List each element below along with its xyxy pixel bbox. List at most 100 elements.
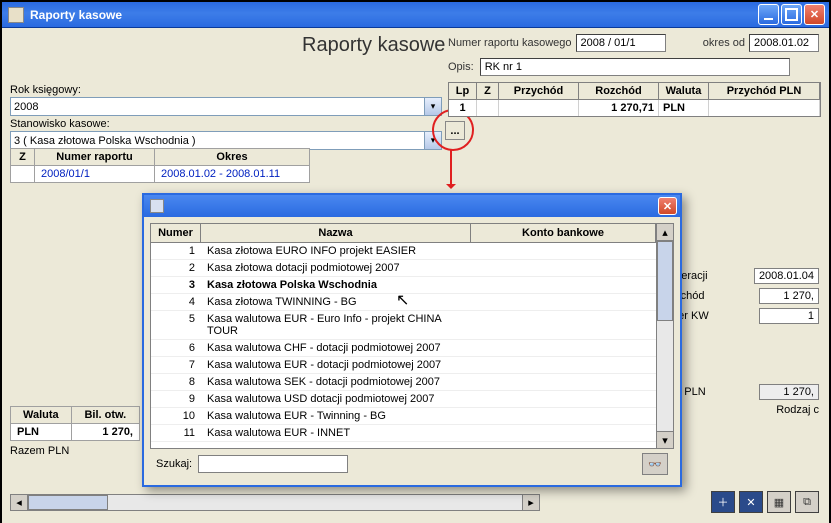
scrollbar-thumb[interactable] — [657, 241, 673, 321]
cell-numer: 4 — [151, 294, 201, 310]
year-combo[interactable]: 2008 — [10, 97, 442, 116]
year-combo-value: 2008 — [14, 101, 38, 113]
cell-nazwa: Kasa walutowa EUR - Euro Info - projekt … — [201, 311, 471, 339]
search-input[interactable] — [198, 455, 348, 473]
cell-nazwa: Kasa walutowa CHF - dotacji podmiotowej … — [201, 340, 471, 356]
maximize-button[interactable] — [781, 4, 802, 25]
detail-rodzaj-label: Rodzaj c — [669, 404, 819, 416]
x-icon: ✕ — [746, 496, 755, 509]
detail-panel: operacji 2008.01.04 ozchód 1 270, mer KW… — [669, 268, 819, 416]
list-item[interactable]: 6Kasa walutowa CHF - dotacji podmiotowej… — [151, 340, 656, 357]
list-item[interactable]: 3Kasa złotowa Polska Wschodnia — [151, 277, 656, 294]
year-label: Rok księgowy: — [10, 84, 442, 96]
window-titlebar: Raporty kasowe — [2, 2, 829, 28]
cell-numer: 6 — [151, 340, 201, 356]
vertical-scrollbar[interactable]: ▴ ▾ — [656, 224, 673, 448]
browse-button[interactable]: ... — [445, 121, 465, 140]
close-button[interactable] — [804, 4, 825, 25]
col-nazwa-header[interactable]: Nazwa — [201, 224, 471, 242]
scroll-right-icon[interactable]: ▸ — [522, 495, 539, 510]
col-lp-header[interactable]: Lp — [449, 83, 477, 99]
list-item[interactable]: 9Kasa walutowa USD dotacji podmiotowej 2… — [151, 391, 656, 408]
opis-field[interactable]: RK nr 1 — [480, 58, 790, 76]
detail-ozchod-value[interactable]: 1 270, — [759, 288, 819, 304]
table-row[interactable]: PLN 1 270, — [11, 424, 140, 441]
col-waluta2-header[interactable]: Waluta — [11, 407, 72, 424]
col-bil-header[interactable]: Bil. otw. — [71, 407, 139, 424]
export-button[interactable]: ⧉ — [795, 491, 819, 513]
minimize-button[interactable] — [758, 4, 779, 25]
add-button[interactable]: ＋ — [711, 491, 735, 513]
list-item[interactable]: 5Kasa walutowa EUR - Euro Info - projekt… — [151, 311, 656, 340]
list-item[interactable]: 8Kasa walutowa SEK - dotacji podmiotowej… — [151, 374, 656, 391]
list-item[interactable]: 4Kasa złotowa TWINNING - BG — [151, 294, 656, 311]
scroll-down-icon[interactable]: ▾ — [657, 431, 673, 448]
detail-operacji-value[interactable]: 2008.01.04 — [754, 268, 819, 284]
search-label: Szukaj: — [156, 458, 192, 470]
col-z-header[interactable]: Z — [11, 149, 35, 166]
cell-numer: 10 — [151, 408, 201, 424]
cell-konto — [471, 260, 656, 276]
list-item[interactable]: 7Kasa walutowa EUR - dotacji podmiotowej… — [151, 357, 656, 374]
cell-numer: 5 — [151, 311, 201, 339]
col-przychod-pln-header[interactable]: Przychód PLN — [709, 83, 820, 99]
detail-odpln-value: 1 270, — [759, 384, 819, 400]
detail-merkw-value[interactable]: 1 — [759, 308, 819, 324]
list-item[interactable]: 2Kasa złotowa dotacji podmiotowej 2007 — [151, 260, 656, 277]
grid-button[interactable]: ▦ — [767, 491, 791, 513]
opis-label: Opis: — [448, 61, 474, 73]
period-field[interactable]: 2008.01.02 — [749, 34, 819, 52]
chevron-down-icon[interactable] — [424, 132, 441, 149]
col-konto-header[interactable]: Konto bankowe — [471, 224, 656, 242]
list-item[interactable]: 1Kasa złotowa EURO INFO projekt EASIER — [151, 243, 656, 260]
horizontal-scrollbar[interactable]: ◂ ▸ — [10, 494, 540, 511]
col-numer2-header[interactable]: Numer — [151, 224, 201, 242]
entries-grid: Lp Z Przychód Rozchód Waluta Przychód PL… — [448, 82, 821, 117]
annotation-arrow — [450, 150, 452, 188]
scrollbar-track[interactable] — [657, 321, 673, 431]
binoculars-icon: 👓 — [648, 458, 662, 471]
cell-numer: 3 — [151, 277, 201, 293]
cell-okres[interactable]: 2008.01.02 - 2008.01.11 — [155, 166, 310, 183]
cell-konto — [471, 277, 656, 293]
table-row[interactable]: 2008/01/1 2008.01.02 - 2008.01.11 — [11, 166, 310, 183]
window-title: Raporty kasowe — [30, 8, 756, 22]
cell-nazwa: Kasa walutowa USD dotacji podmiotowej 20… — [201, 391, 471, 407]
cell-nazwa: Kasa złotowa Polska Wschodnia — [201, 277, 471, 293]
col-waluta-header[interactable]: Waluta — [659, 83, 709, 99]
chevron-down-icon[interactable] — [424, 98, 441, 115]
cell-przychod — [499, 100, 579, 116]
station-list-grid: Numer Nazwa Konto bankowe 1Kasa złotowa … — [150, 223, 674, 449]
cell-numer: 2 — [151, 260, 201, 276]
table-row[interactable]: 1 1 270,71 PLN — [449, 100, 820, 116]
delete-button[interactable]: ✕ — [739, 491, 763, 513]
col-przychod-header[interactable]: Przychód — [499, 83, 579, 99]
cell-lp: 1 — [449, 100, 477, 116]
list-item[interactable]: 11Kasa walutowa EUR - INNET — [151, 425, 656, 442]
col-z2-header[interactable]: Z — [477, 83, 499, 99]
bottom-toolbar: ＋ ✕ ▦ ⧉ — [711, 491, 819, 513]
cell-numer: 8 — [151, 374, 201, 390]
report-number-field[interactable]: 2008 / 01/1 — [576, 34, 666, 52]
col-numer-header[interactable]: Numer raportu — [35, 149, 155, 166]
dialog-close-button[interactable] — [658, 197, 677, 215]
cell-konto — [471, 425, 656, 441]
list-item[interactable]: 10Kasa walutowa EUR - Twinning - BG — [151, 408, 656, 425]
cell-nazwa: Kasa walutowa SEK - dotacji podmiotowej … — [201, 374, 471, 390]
cell-numer: 1 — [151, 243, 201, 259]
scrollbar-track[interactable] — [108, 495, 522, 510]
col-rozchod-header[interactable]: Rozchód — [579, 83, 659, 99]
scroll-up-icon[interactable]: ▴ — [657, 224, 673, 241]
page-title: Raporty kasowe — [302, 34, 445, 57]
cell-numer: 11 — [151, 425, 201, 441]
cell-konto — [471, 243, 656, 259]
scroll-left-icon[interactable]: ◂ — [11, 495, 28, 510]
col-okres-header[interactable]: Okres — [155, 149, 310, 166]
scrollbar-thumb[interactable] — [28, 495, 108, 510]
dialog-icon — [150, 199, 164, 213]
cell-nazwa: Kasa złotowa dotacji podmiotowej 2007 — [201, 260, 471, 276]
cell-konto — [471, 357, 656, 373]
cell-waluta: PLN — [659, 100, 709, 116]
search-button[interactable]: 👓 — [642, 453, 668, 475]
cell-numer[interactable]: 2008/01/1 — [35, 166, 155, 183]
